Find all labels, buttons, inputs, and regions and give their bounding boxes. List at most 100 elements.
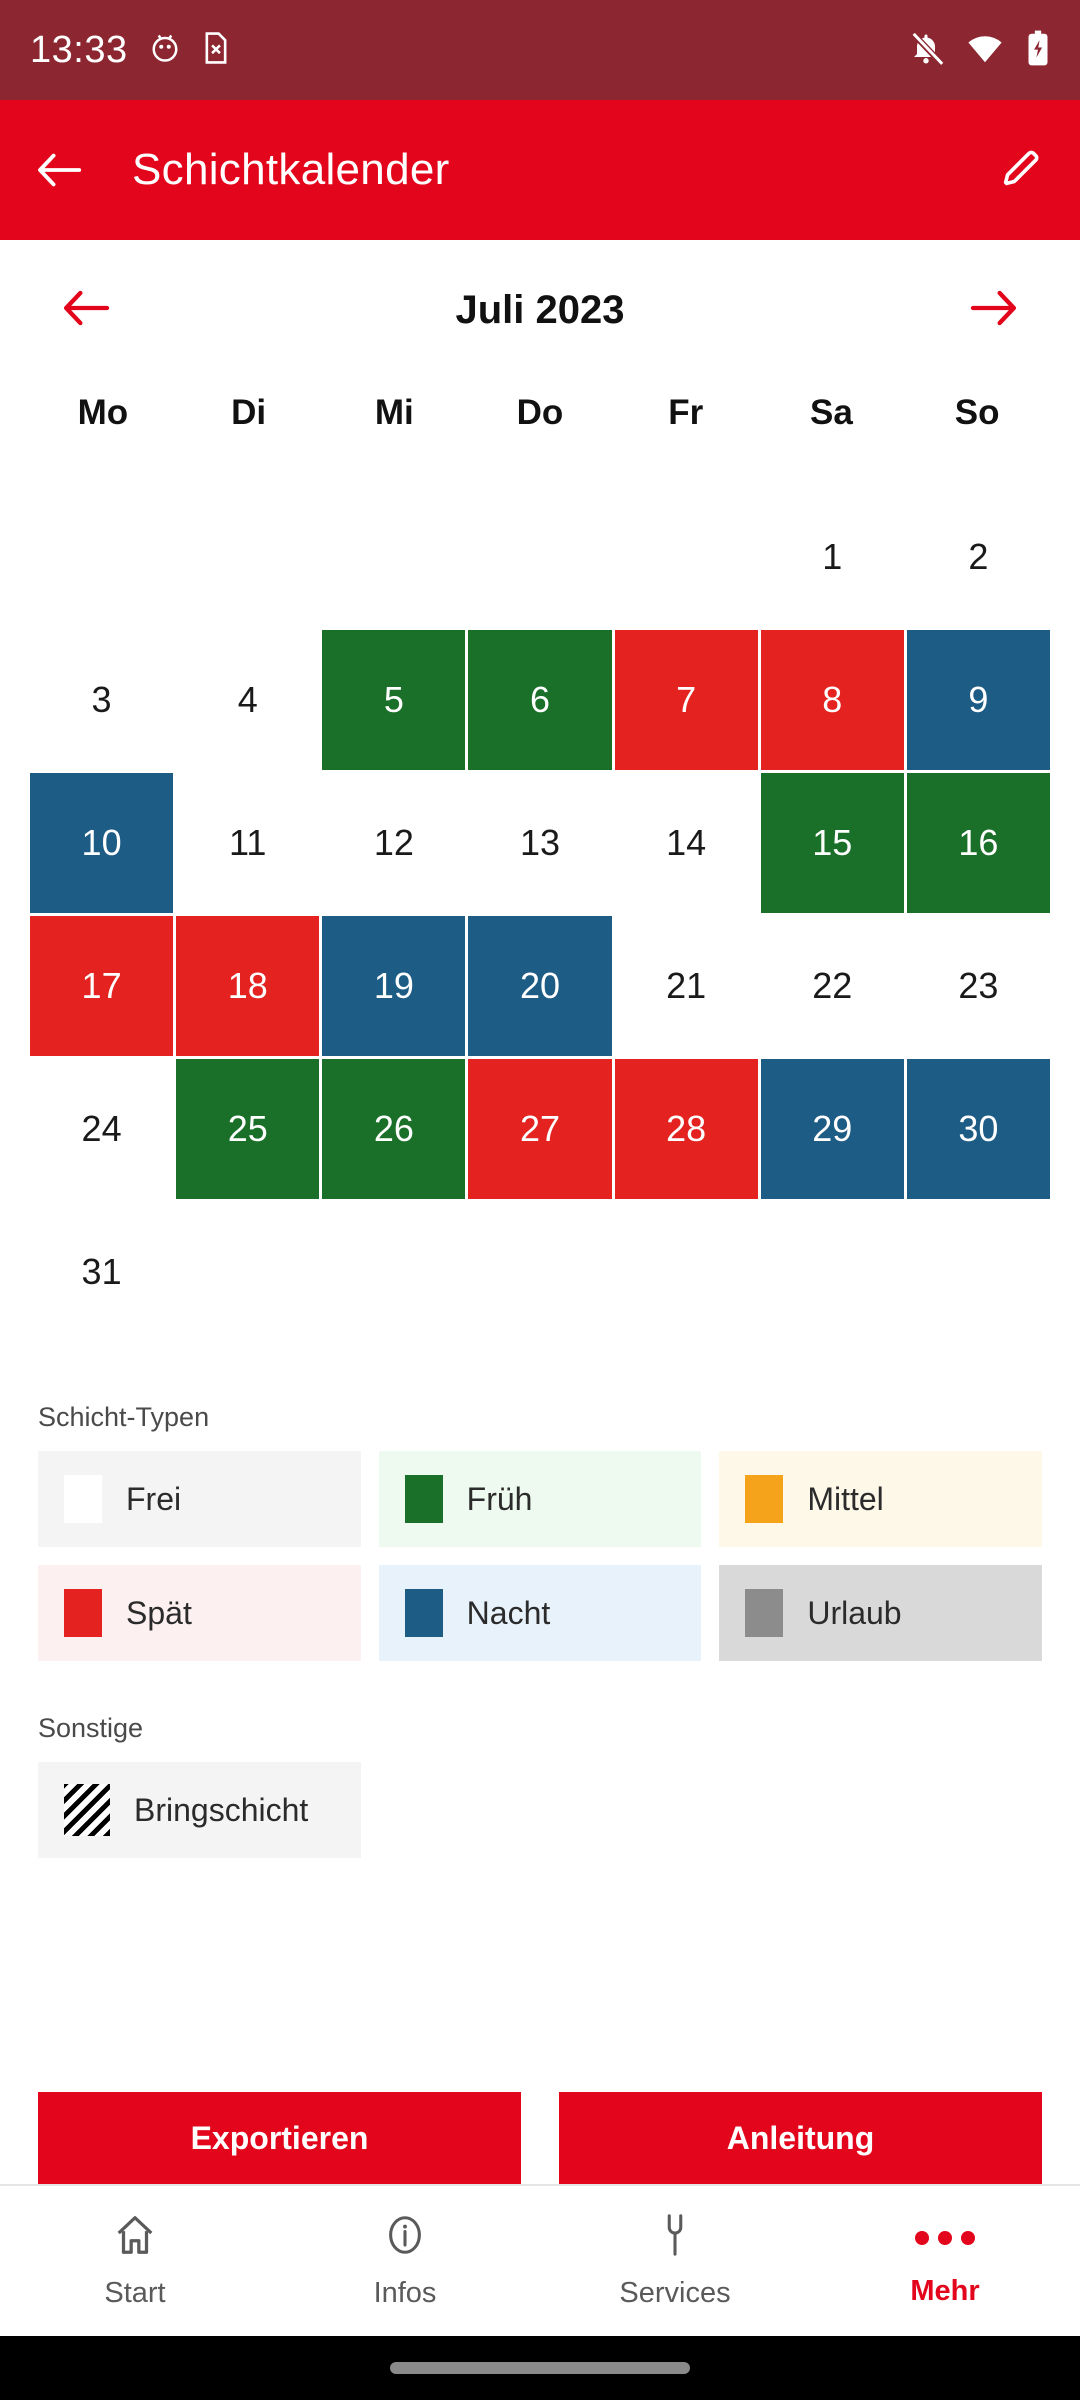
calendar-day-cell[interactable]: 18: [176, 916, 320, 1056]
bottom-navigation: Start Infos Services Mehr: [0, 2184, 1080, 2336]
previous-month-button[interactable]: [60, 288, 114, 333]
sonstige-chip-label: Bringschicht: [134, 1791, 309, 1828]
notifications-off-icon: [908, 30, 944, 71]
legend-chip-label: Urlaub: [807, 1594, 902, 1631]
legend-swatch-icon: [745, 1589, 784, 1637]
battery-charging-icon: [1026, 29, 1050, 72]
nav-item-label: Infos: [373, 2277, 437, 2309]
sonstige-title: Sonstige: [38, 1713, 144, 1743]
android-debug-icon: [150, 31, 180, 70]
calendar-day-cell[interactable]: 10: [30, 773, 174, 913]
calendar-day-cell[interactable]: 16: [906, 773, 1050, 913]
home-icon: [112, 2212, 158, 2263]
calendar-day-blank: [176, 487, 319, 627]
calendar-day-cell[interactable]: 28: [614, 1059, 758, 1199]
calendar-day-cell[interactable]: 20: [468, 916, 612, 1056]
back-arrow-icon[interactable]: [36, 150, 84, 190]
calendar-day-cell[interactable]: 14: [615, 773, 758, 913]
gesture-pill[interactable]: [390, 2362, 690, 2374]
legend-chip-früh[interactable]: Früh: [378, 1451, 702, 1547]
calendar-day-cell[interactable]: 29: [760, 1059, 904, 1199]
calendar-day-cell[interactable]: 17: [30, 916, 174, 1056]
calendar-day-cell[interactable]: 31: [30, 1202, 173, 1342]
weekday-sa: Sa: [810, 393, 853, 432]
next-month-button[interactable]: [966, 288, 1020, 333]
weekday-mo: Mo: [77, 393, 129, 432]
sonstige-chip-bringschicht[interactable]: Bringschicht: [38, 1762, 361, 1858]
calendar-day-cell[interactable]: 3: [30, 630, 173, 770]
nav-item-infos[interactable]: Infos: [270, 2212, 540, 2310]
nav-item-mehr[interactable]: Mehr: [810, 2215, 1080, 2308]
calendar-day-cell[interactable]: 24: [30, 1059, 173, 1199]
export-button[interactable]: Exportieren: [38, 2092, 521, 2184]
legend-chip-label: Frei: [126, 1480, 182, 1517]
gesture-bar: [0, 2336, 1080, 2400]
calendar-day-cell[interactable]: 7: [614, 630, 758, 770]
calendar-day-cell[interactable]: 19: [322, 916, 466, 1056]
calendar-day-cell[interactable]: 2: [907, 487, 1050, 627]
nav-item-services[interactable]: Services: [540, 2212, 810, 2310]
legend-swatch-icon: [64, 1475, 102, 1523]
legend-chip-spät[interactable]: Spät: [38, 1565, 361, 1661]
status-bar: 13:33: [0, 0, 1080, 100]
legend-chip-urlaub[interactable]: Urlaub: [719, 1565, 1042, 1661]
legend-swatch-icon: [745, 1475, 784, 1523]
calendar-day-cell[interactable]: 11: [176, 773, 319, 913]
month-navigation: Juli 2023: [0, 240, 1080, 333]
legend-chip-label: Nacht: [466, 1594, 551, 1631]
calendar-day-cell[interactable]: 30: [906, 1059, 1050, 1199]
nav-item-start[interactable]: Start: [0, 2212, 270, 2310]
calendar-day-cell[interactable]: 4: [176, 630, 319, 770]
calendar-day-cell[interactable]: 26: [322, 1059, 466, 1199]
calendar-day-blank: [30, 487, 173, 627]
app-screen: 13:33 Schichtkalender Juli 2023 Mo Di Mi…: [0, 0, 1080, 2400]
calendar-day-blank: [468, 487, 611, 627]
calendar-day-cell[interactable]: 1: [761, 487, 904, 627]
legend-chip-label: Spät: [126, 1594, 192, 1631]
action-buttons: Exportieren Anleitung: [38, 2092, 1042, 2184]
calendar-day-blank: [615, 487, 758, 627]
calendar-day-cell[interactable]: 12: [322, 773, 465, 913]
calendar-day-cell[interactable]: 9: [906, 630, 1050, 770]
guide-button[interactable]: Anleitung: [559, 2092, 1042, 2184]
more-dots-icon: [915, 2215, 975, 2261]
wifi-icon: [966, 32, 1004, 69]
calendar-day-cell[interactable]: 25: [176, 1059, 320, 1199]
calendar-day-cell[interactable]: 8: [760, 630, 904, 770]
sim-card-error-icon: [202, 31, 230, 70]
calendar-day-cell[interactable]: 22: [761, 916, 904, 1056]
other-types-legend: Sonstige Bringschicht: [38, 1713, 1042, 1858]
status-bar-left: 13:33: [30, 29, 230, 72]
weekday-mi: Mi: [374, 393, 414, 432]
status-bar-clock: 13:33: [30, 28, 128, 71]
weekday-fr: Fr: [668, 393, 704, 432]
nav-item-label: Start: [104, 2277, 166, 2309]
main-content: Juli 2023 Mo Di Mi Do Fr Sa So 1 2 3 4 5 6 7 8 9 10 11 12…: [0, 240, 1080, 2400]
calendar-day-cell[interactable]: 5: [322, 630, 466, 770]
legend-swatch-icon: [404, 1475, 443, 1523]
weekday-header: Mo Di Mi Do Fr Sa So: [30, 393, 1050, 433]
legend-swatch-icon: [404, 1589, 443, 1637]
page-title: Schichtkalender: [132, 145, 450, 194]
calendar-day-cell[interactable]: 13: [468, 773, 611, 913]
calendar-day-blank: [322, 487, 465, 627]
edit-pencil-icon[interactable]: [998, 147, 1044, 193]
legend-title: Schicht-Typen: [38, 1402, 210, 1432]
legend-chip-nacht[interactable]: Nacht: [378, 1565, 702, 1661]
weekday-do: Do: [516, 393, 564, 432]
legend-grid: Frei Früh Mittel Spät Nacht Urlaub: [38, 1451, 1042, 1661]
calendar-day-cell[interactable]: 6: [468, 630, 612, 770]
legend-chip-mittel[interactable]: Mittel: [719, 1451, 1042, 1547]
legend-swatch-icon: [64, 1589, 102, 1637]
legend-chip-label: Früh: [466, 1480, 533, 1517]
calendar-day-cell[interactable]: 23: [907, 916, 1050, 1056]
calendar-day-cell[interactable]: 27: [468, 1059, 612, 1199]
calendar-day-grid: 1 2 3 4 5 6 7 8 9 10 11 12 13 14 15 16 17 18 19 20 21 22 23 24 2…: [30, 487, 1050, 1342]
legend-chip-label: Mittel: [807, 1480, 884, 1517]
calendar-day-cell[interactable]: 15: [760, 773, 904, 913]
legend-chip-frei[interactable]: Frei: [38, 1451, 361, 1547]
sonstige-grid: Bringschicht: [38, 1762, 1042, 1858]
nav-item-label: Mehr: [910, 2274, 980, 2307]
calendar-day-cell[interactable]: 21: [615, 916, 758, 1056]
status-bar-right: [908, 29, 1050, 72]
